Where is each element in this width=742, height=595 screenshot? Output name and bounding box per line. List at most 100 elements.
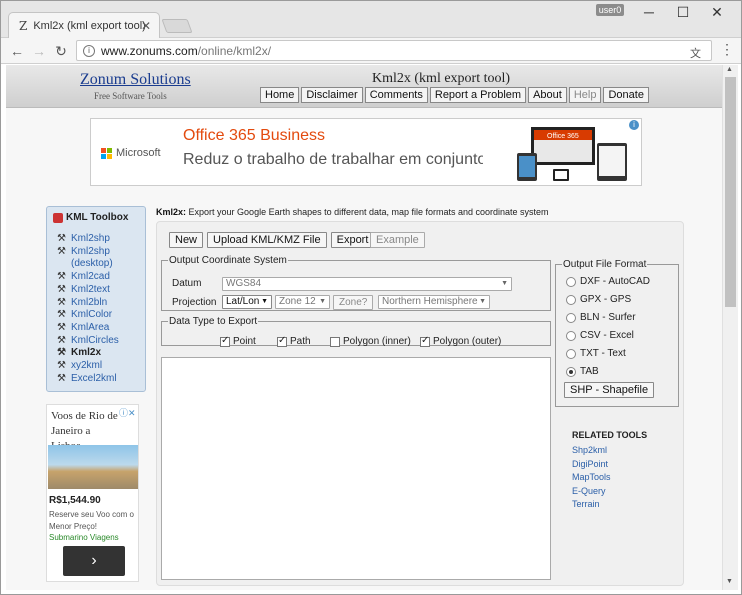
radio-icon: [566, 276, 576, 287]
site-nav: Home Disclaimer Comments Report a Proble…: [260, 87, 649, 103]
toolbox-item-xy2kml[interactable]: ⚒ xy2kml: [57, 360, 145, 373]
related-link-maptools[interactable]: MapTools: [572, 471, 682, 485]
polygon-inner-checkbox[interactable]: Polygon (inner): [330, 336, 411, 347]
site-header: Zonum Solutions Free Software Tools Kml2…: [6, 65, 734, 108]
radio-icon: [566, 330, 576, 341]
ad-text: Reduz o trabalho de trabalhar em conjunt…: [183, 151, 483, 168]
brand-link[interactable]: Zonum Solutions: [80, 71, 191, 89]
datum-label: Datum: [172, 278, 202, 289]
format-tab-radio[interactable]: TAB: [566, 366, 599, 377]
chevron-right-icon[interactable]: ›: [63, 546, 125, 576]
related-link-terrain[interactable]: Terrain: [572, 498, 682, 512]
toolbox-item-kmlcolor[interactable]: ⚒ KmlColor: [57, 309, 145, 322]
hammer-icon: ⚒: [57, 271, 66, 283]
nav-about[interactable]: About: [528, 87, 567, 103]
maximize-icon[interactable]: ☐: [668, 2, 698, 22]
checkbox-checked-icon: [220, 335, 230, 347]
user-badge[interactable]: user0: [596, 4, 624, 16]
new-button[interactable]: New: [169, 232, 204, 248]
output-format-legend: Output File Format: [563, 259, 647, 270]
reload-icon[interactable]: ↻: [52, 42, 70, 60]
forward-icon[interactable]: →: [30, 42, 48, 60]
nav-report-problem[interactable]: Report a Problem: [429, 87, 527, 103]
close-window-icon[interactable]: ✕: [702, 2, 732, 22]
format-csv-radio[interactable]: CSV - Excel: [566, 330, 634, 341]
toolbox-item-kml2shp-desktop[interactable]: ⚒ Kml2shp (desktop): [57, 246, 145, 271]
microsoft-icon: [101, 147, 112, 159]
format-bln-radio[interactable]: BLN - Surfer: [566, 312, 636, 323]
zonum-favicon-icon: Z: [19, 18, 28, 33]
zone-select[interactable]: Zone 12 ▼: [275, 295, 330, 309]
toolbox-list: ⚒ Kml2shp ⚒ Kml2shp (desktop) ⚒ Kml2cad ⚒ Km…: [57, 233, 145, 385]
toolbox-item-kmlarea[interactable]: ⚒ KmlArea: [57, 322, 145, 335]
back-icon[interactable]: ←: [8, 42, 26, 60]
browser-tab[interactable]: Z Kml2x (kml export tool) ✕: [8, 12, 160, 38]
scrollbar-thumb[interactable]: [725, 77, 736, 307]
kml-toolbox: KML Toolbox ⚒ Kml2shp ⚒ Kml2shp (desktop) …: [46, 206, 146, 392]
lisbon-tower-image: [48, 445, 138, 489]
toolbox-item-kml2x[interactable]: ⚒ Kml2x: [57, 347, 145, 360]
related-tools-heading: RELATED TOOLS: [572, 430, 648, 440]
output-textarea[interactable]: [161, 357, 551, 580]
related-tools: RELATED TOOLS Shp2kml DigiPoint MapTools…: [572, 430, 682, 512]
scroll-down-icon[interactable]: ▼: [726, 578, 733, 585]
related-link-digipoint[interactable]: DigiPoint: [572, 458, 682, 472]
toolbox-item-kml2bln[interactable]: ⚒ Kml2bln: [57, 297, 145, 310]
data-type-group: Data Type to Export Point Path Polygon (…: [161, 316, 551, 347]
nav-home[interactable]: Home: [260, 87, 300, 103]
upload-button[interactable]: Upload KML/KMZ File: [207, 232, 327, 248]
polygon-outer-checkbox[interactable]: Polygon (outer): [420, 335, 501, 347]
format-txt-radio[interactable]: TXT - Text: [566, 348, 626, 359]
nav-disclaimer[interactable]: Disclaimer: [301, 87, 363, 103]
toolbox-item-excel2kml[interactable]: ⚒ Excel2kml: [57, 373, 145, 386]
intro-text: Export your Google Earth shapes to diffe…: [188, 207, 549, 217]
nav-help[interactable]: Help: [568, 87, 602, 103]
hammer-icon: ⚒: [57, 372, 66, 384]
coordinate-system-group: Output Coordinate System Datum WGS84 ▼ Pr…: [161, 255, 551, 311]
hammer-icon: ⚒: [57, 309, 66, 321]
side-ad[interactable]: Voos de Rio de Janeiro a Lisboa ⓘ✕ R$1,5…: [46, 404, 139, 582]
radio-icon: [566, 348, 576, 359]
example-button[interactable]: Example: [370, 232, 425, 248]
shp-shapefile-button[interactable]: SHP - Shapefile: [564, 382, 655, 398]
related-link-shp2kml[interactable]: Shp2kml: [572, 444, 682, 458]
close-tab-icon[interactable]: ✕: [141, 19, 151, 33]
vertical-scrollbar[interactable]: ▲ ▼: [722, 65, 738, 590]
translate-icon[interactable]: 文: [690, 45, 701, 61]
toolbox-item-kmlcircles[interactable]: ⚒ KmlCircles: [57, 335, 145, 348]
dropdown-arrow-icon: ▼: [501, 280, 508, 287]
side-ad-price: R$1,544.90: [49, 495, 101, 506]
menu-icon[interactable]: ⋮: [720, 41, 734, 58]
side-ad-source: Submarino Viagens: [49, 533, 119, 542]
datum-select[interactable]: WGS84 ▼: [222, 277, 512, 291]
new-tab-button[interactable]: [161, 19, 193, 33]
related-link-equery[interactable]: E-Query: [572, 485, 682, 499]
info-icon[interactable]: i: [83, 44, 95, 57]
toolbox-item-kml2text[interactable]: ⚒ Kml2text: [57, 284, 145, 297]
projection-select[interactable]: Lat/Lon ▼: [222, 295, 272, 309]
nav-donate[interactable]: Donate: [603, 87, 649, 103]
scroll-up-icon[interactable]: ▲: [726, 66, 733, 73]
tab-title: Kml2x (kml export tool): [33, 19, 146, 32]
page-content: Zonum Solutions Free Software Tools Kml2…: [6, 65, 734, 590]
banner-ad[interactable]: Microsoft Office 365 Business Reduz o tr…: [90, 118, 642, 186]
checkbox-checked-icon: [277, 335, 287, 347]
radio-icon: [566, 294, 576, 305]
address-bar[interactable]: i www.zonums.com/online/kml2x/ 文: [76, 40, 712, 61]
minimize-icon[interactable]: ─: [634, 2, 664, 22]
point-checkbox[interactable]: Point: [220, 335, 256, 347]
url-host: www.zonums.com: [101, 43, 198, 58]
toolbox-item-kml2shp[interactable]: ⚒ Kml2shp: [57, 233, 145, 246]
hammer-icon: ⚒: [57, 233, 66, 244]
toolbox-item-kml2cad[interactable]: ⚒ Kml2cad: [57, 271, 145, 284]
ad-close-icon[interactable]: ⓘ✕: [119, 406, 136, 419]
checkbox-unchecked-icon: [330, 336, 340, 347]
format-dxf-radio[interactable]: DXF - AutoCAD: [566, 276, 650, 287]
export-button[interactable]: Export: [330, 232, 375, 248]
path-checkbox[interactable]: Path: [277, 335, 311, 347]
ad-info-icon[interactable]: i: [629, 120, 639, 130]
format-gpx-radio[interactable]: GPX - GPS: [566, 294, 631, 305]
hemisphere-select[interactable]: Northern Hemisphere ▼: [378, 295, 490, 309]
zone-help-button[interactable]: Zone?: [333, 295, 374, 310]
nav-comments[interactable]: Comments: [364, 87, 428, 103]
